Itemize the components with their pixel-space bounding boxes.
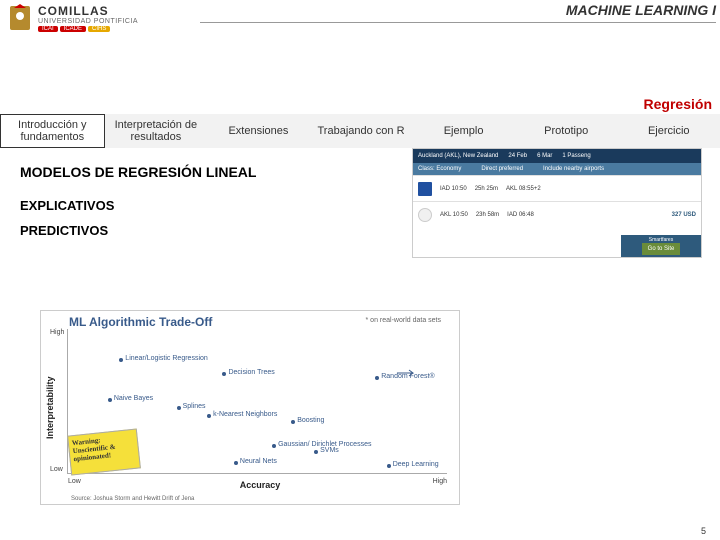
tab-interpretacion[interactable]: Interpretación de resultados <box>105 114 208 148</box>
course-title: MACHINE LEARNING I <box>566 2 716 18</box>
flight-nearby: Include nearby airports <box>543 166 604 172</box>
school-pill: ICADE <box>60 26 86 32</box>
chart-dot <box>291 420 295 424</box>
flight-return: 6 Mar <box>537 153 552 159</box>
tradeoff-chart: ML Algorithmic Trade-Off * on real-world… <box>40 310 460 505</box>
chart-note: * on real-world data sets <box>366 317 441 324</box>
tab-prototipo[interactable]: Prototipo <box>515 114 618 148</box>
chart-dot <box>314 450 318 454</box>
chart-point: Boosting <box>297 417 324 424</box>
chart-point: SVMs <box>320 447 339 454</box>
tab-ejemplo[interactable]: Ejemplo <box>412 114 515 148</box>
flight-to: IAD 06:48 <box>507 212 534 218</box>
chart-dot <box>387 464 391 468</box>
chart-source: Source: Joshua Storm and Hewitt Drift of… <box>71 496 194 502</box>
chart-dot <box>177 406 181 410</box>
school-pills: ICAI ICADE CIHS <box>38 26 138 32</box>
warning-sticky: Warning: Unscientific & opinionated! <box>67 428 141 475</box>
chart-xlabel: Accuracy <box>71 480 449 490</box>
nav-tabs: Introducción y fundamentos Interpretació… <box>0 114 720 148</box>
flight-price: 327 USD <box>672 212 696 218</box>
chart-dot <box>272 444 276 448</box>
chart-point: Random Forest® <box>381 373 434 380</box>
flight-search-screenshot: Auckland (AKL), New Zealand 24 Feb 6 Mar… <box>412 148 702 258</box>
chart-dot <box>207 414 211 418</box>
tab-introduccion[interactable]: Introducción y fundamentos <box>0 114 105 148</box>
flight-duration: 25h 25m <box>475 186 498 192</box>
flight-to: AKL 08:55+2 <box>506 186 541 192</box>
chart-point: Deep Learning <box>393 461 439 468</box>
flight-from: AKL 10:50 <box>440 212 468 218</box>
flight-direct: Direct preferred <box>481 166 523 172</box>
school-pill: CIHS <box>88 26 110 32</box>
logo-text: COMILLAS UNIVERSIDAD PONTIFICIA ICAI ICA… <box>38 4 138 32</box>
page-number: 5 <box>701 526 706 536</box>
chart-point: Splines <box>183 403 206 410</box>
flight-row: AKL 10:50 23h 58m IAD 06:48 327 USD <box>413 201 701 227</box>
airline-icon <box>418 208 432 222</box>
school-pill: ICAI <box>38 26 58 32</box>
flight-from: IAD 10:50 <box>440 186 467 192</box>
flight-subheader: Class: Economy Direct preferred Include … <box>413 163 701 175</box>
flight-duration: 23h 58m <box>476 212 499 218</box>
flight-class: Class: Economy <box>418 166 461 172</box>
chart-dot <box>222 372 226 376</box>
chart-point: Linear/Logistic Regression <box>125 355 208 362</box>
flight-cta: Smartfares Go to Site <box>621 235 701 257</box>
flight-header: Auckland (AKL), New Zealand 24 Feb 6 Mar… <box>413 149 701 163</box>
chart-ylabel: Interpretability <box>45 331 57 484</box>
airline-icon <box>418 182 432 196</box>
chart-dot <box>119 358 123 362</box>
chart-point: Naive Bayes <box>114 395 153 402</box>
flight-row: IAD 10:50 25h 25m AKL 08:55+2 <box>413 175 701 201</box>
university-name: COMILLAS <box>38 4 138 18</box>
chart-dot <box>375 376 379 380</box>
divider <box>200 22 716 23</box>
university-crest-icon <box>4 2 36 34</box>
flight-depart: 24 Feb <box>508 153 527 159</box>
y-tick-low: Low <box>50 466 63 473</box>
chart-point: k-Nearest Neighbors <box>213 411 277 418</box>
chart-dot <box>234 461 238 465</box>
tab-ejercicio[interactable]: Ejercicio <box>617 114 720 148</box>
y-tick-high: High <box>50 329 64 336</box>
title-area: MACHINE LEARNING I <box>200 0 720 2</box>
flight-pax: 1 Passeng <box>562 153 590 159</box>
flight-dest: Auckland (AKL), New Zealand <box>418 153 498 159</box>
go-to-site-button: Go to Site <box>642 243 681 255</box>
tab-trabajando-r[interactable]: Trabajando con R <box>310 114 413 148</box>
chart-point: Neural Nets <box>240 458 277 465</box>
logo-area: COMILLAS UNIVERSIDAD PONTIFICIA ICAI ICA… <box>0 0 200 34</box>
slide-header: COMILLAS UNIVERSIDAD PONTIFICIA ICAI ICA… <box>0 0 720 48</box>
university-subtitle: UNIVERSIDAD PONTIFICIA <box>38 18 138 25</box>
section-title: Regresión <box>0 96 712 112</box>
chart-dot <box>108 398 112 402</box>
tab-extensiones[interactable]: Extensiones <box>207 114 310 148</box>
chart-point: Decision Trees <box>228 369 274 376</box>
